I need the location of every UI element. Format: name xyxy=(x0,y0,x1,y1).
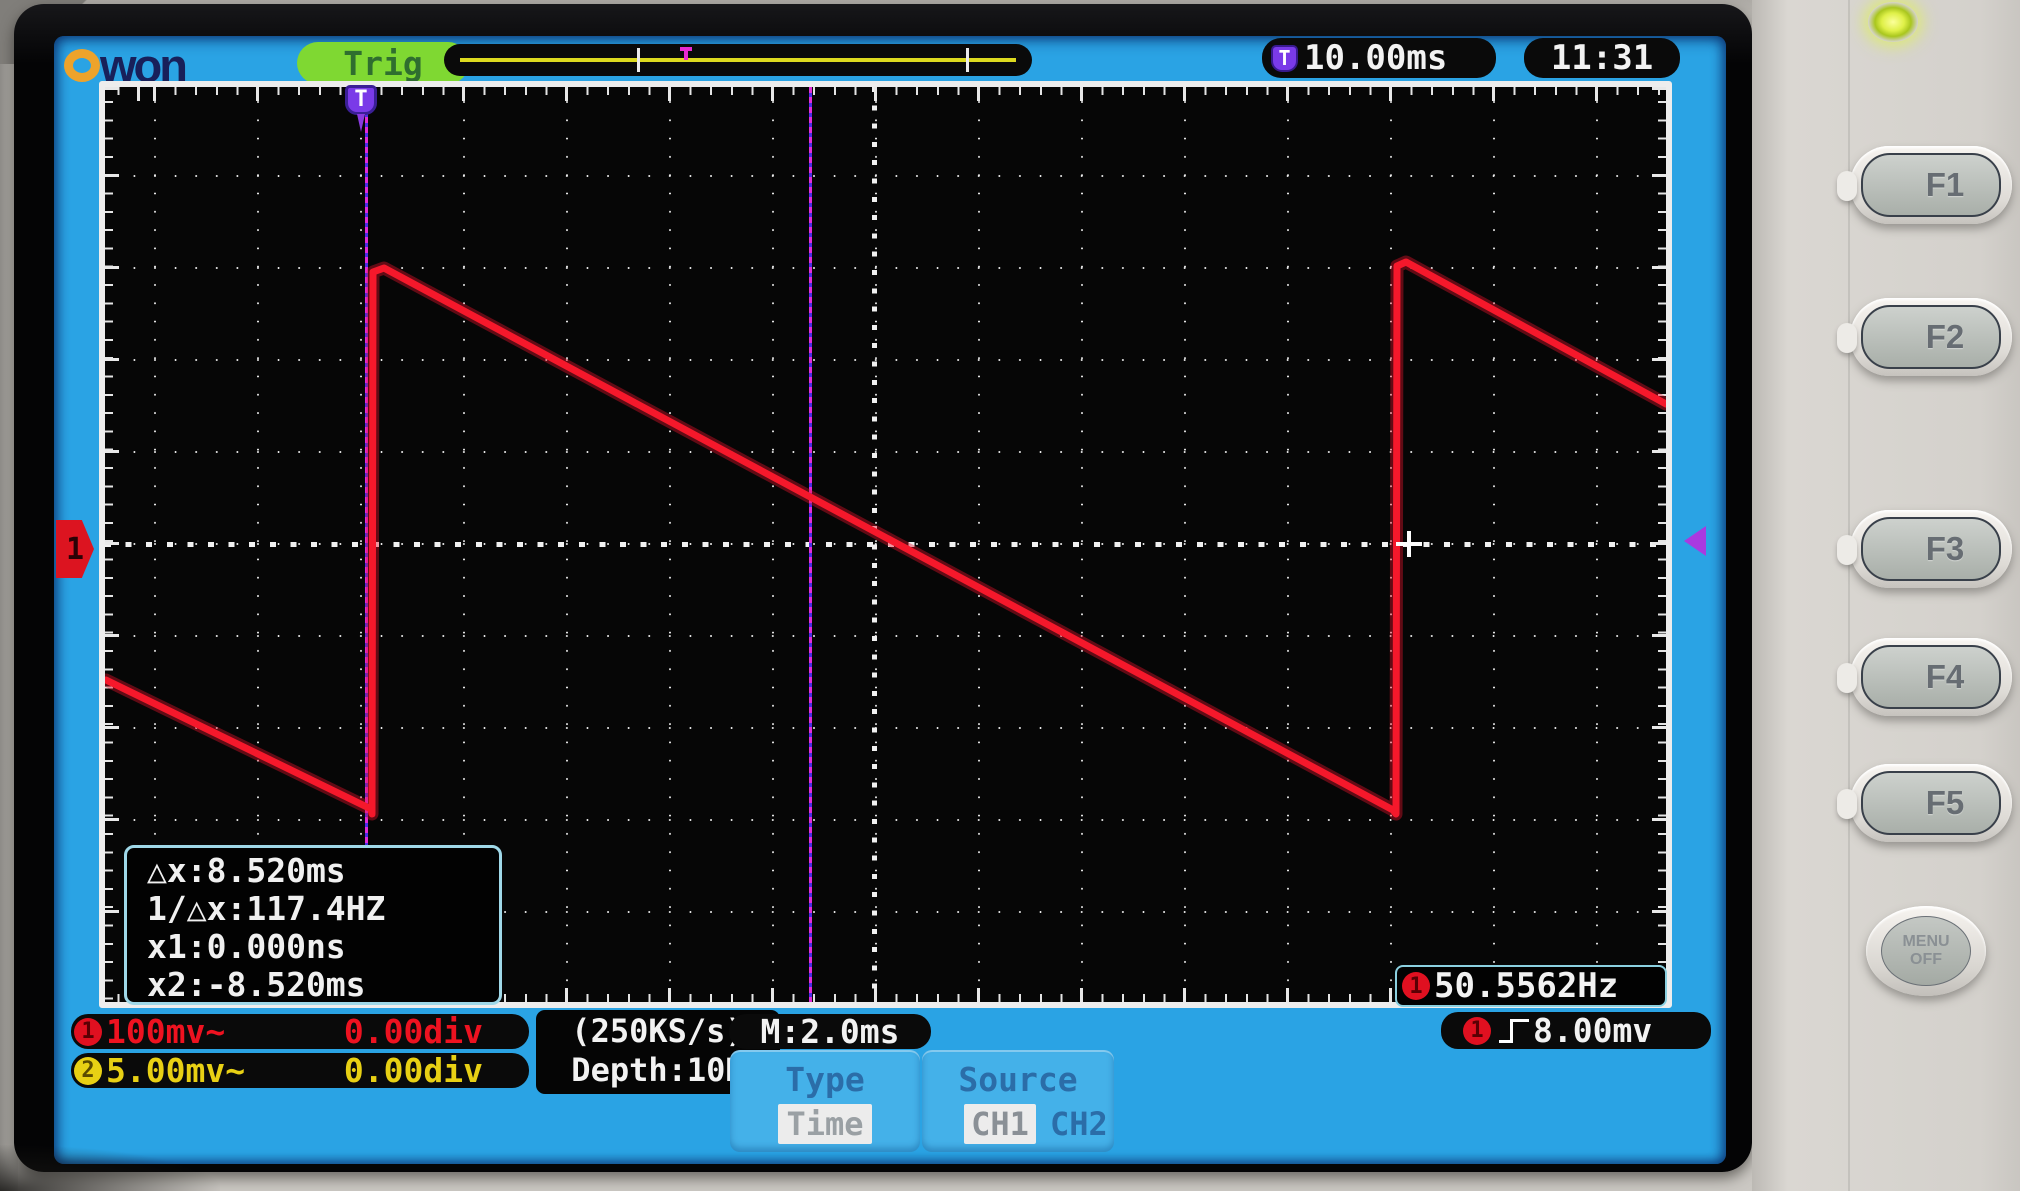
f3-button[interactable]: F3 xyxy=(1861,517,2001,581)
screen-bezel: won Trig T 10.00ms 11:31 xyxy=(14,4,1752,1172)
ch1-scale: 100mv~ xyxy=(106,1012,225,1051)
trig-status-badge: Trig xyxy=(297,42,469,84)
trigger-source-badge: 1 xyxy=(1463,1017,1491,1045)
ch2-offset: 0.00div xyxy=(344,1051,483,1090)
ch2-badge: 2 xyxy=(74,1057,102,1085)
f2-button-surround: F2 xyxy=(1850,298,2012,376)
trigger-time-value: 10.00ms xyxy=(1304,38,1447,78)
frequency-counter: 1 50.5562Hz xyxy=(1395,965,1667,1007)
f3-button-surround: F3 xyxy=(1850,510,2012,588)
measure-1-over-dx: 1/△x:117.4HZ xyxy=(147,890,499,928)
timebase-value: M:2.0ms xyxy=(760,1012,899,1051)
measure-dx: △x:8.520ms xyxy=(147,852,499,890)
window-start-tick xyxy=(637,48,640,72)
menu-source-ch2-option[interactable]: CH2 xyxy=(1050,1104,1108,1144)
graticule-grid: T △x:8.520ms 1/△x:117.4HZ x1:0.000ns x2:… xyxy=(105,87,1666,1002)
trigger-position-marker[interactable]: T xyxy=(345,85,377,115)
f5-button[interactable]: F5 xyxy=(1861,771,2001,835)
menu-source-button[interactable]: Source CH1 CH2 xyxy=(922,1050,1114,1152)
ch2-scale: 5.00mv~ xyxy=(106,1051,245,1090)
f1-button[interactable]: F1 xyxy=(1861,153,2001,217)
trigger-level-value: 8.00mv xyxy=(1533,1011,1652,1050)
f5-button-surround: F5 xyxy=(1850,764,2012,842)
graticule: T △x:8.520ms 1/△x:117.4HZ x1:0.000ns x2:… xyxy=(99,81,1672,1008)
memory-window-line xyxy=(460,58,1016,62)
ch1-ground-marker[interactable]: 1 xyxy=(56,520,94,578)
menu-type-value[interactable]: Time xyxy=(778,1104,872,1144)
measure-x2: x2:-8.520ms xyxy=(147,966,499,1004)
ch1-offset: 0.00div xyxy=(344,1012,483,1051)
menu-off-line2: OFF xyxy=(1910,951,1942,969)
trigger-t-icon: T xyxy=(1271,45,1298,72)
ch1-trace xyxy=(106,262,1666,814)
rising-edge-icon xyxy=(1499,1019,1529,1043)
horizontal-position-bar[interactable] xyxy=(444,44,1032,76)
menu-source-ch1-option[interactable]: CH1 xyxy=(964,1104,1036,1144)
window-end-tick xyxy=(966,48,969,72)
f2-button[interactable]: F2 xyxy=(1861,305,2001,369)
measure-x1: x1:0.000ns xyxy=(147,928,499,966)
menu-type-button[interactable]: Type Time xyxy=(730,1050,920,1152)
menu-off-button[interactable]: MENU OFF xyxy=(1881,916,1971,986)
menu-off-button-surround: MENU OFF xyxy=(1866,906,1986,996)
menu-off-line1: MENU xyxy=(1902,933,1949,951)
trigger-level-readout: 1 8.00mv xyxy=(1441,1012,1711,1049)
oscilloscope-screen: won Trig T 10.00ms 11:31 xyxy=(54,36,1726,1164)
trigger-position-mini-icon xyxy=(680,47,692,51)
ch2-status: 2 5.00mv~ 0.00div xyxy=(71,1053,529,1088)
chassis-bottom-shadow xyxy=(0,1145,220,1191)
power-led xyxy=(1868,2,1918,42)
ch1-badge: 1 xyxy=(1402,972,1430,1000)
menu-type-label: Type xyxy=(730,1050,920,1099)
f4-button[interactable]: F4 xyxy=(1861,645,2001,709)
f4-button-surround: F4 xyxy=(1850,638,2012,716)
menu-source-label: Source xyxy=(922,1050,1114,1099)
cursor-measure-box: △x:8.520ms 1/△x:117.4HZ x1:0.000ns x2:-8… xyxy=(124,845,502,1005)
clock-value: 11:31 xyxy=(1551,38,1653,78)
clock: 11:31 xyxy=(1524,38,1680,78)
frequency-value: 50.5562Hz xyxy=(1434,966,1618,1006)
ch1-badge: 1 xyxy=(74,1018,102,1046)
owon-logo-icon xyxy=(64,49,100,82)
ch1-status: 1 100mv~ 0.00div xyxy=(71,1014,529,1049)
timebase-readout: M:2.0ms xyxy=(729,1014,931,1049)
f1-button-surround: F1 xyxy=(1850,146,2012,224)
trigger-time-readout: T 10.00ms xyxy=(1262,38,1496,78)
trigger-level-arrow[interactable] xyxy=(1684,526,1706,556)
